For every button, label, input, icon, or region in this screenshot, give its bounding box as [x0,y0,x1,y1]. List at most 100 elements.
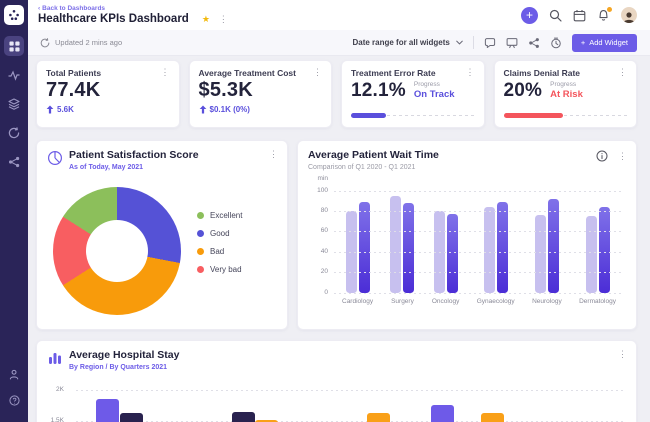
y-axis-tick: 40 [308,249,328,256]
card-menu-button[interactable]: ⋮ [618,350,627,359]
kpi-card-total-patients: Total Patients ⋮ 77.4K 5.6K [36,60,180,128]
sidebar-item-dashboards[interactable] [4,36,24,56]
legend-item-good[interactable]: Good [197,229,242,238]
x-axis-label: Cardiology [342,298,373,305]
legend-dot [197,230,204,237]
gridline [334,211,624,212]
y-axis-tick: 100 [308,188,328,195]
up-arrow-icon [46,105,54,114]
kpi-status: On Track [414,89,455,100]
slideshow-icon[interactable] [506,37,518,49]
hospital-stay-chart [76,379,626,422]
sidebar-bottom [4,364,24,416]
bar-q1-2021[interactable] [359,202,370,293]
sidebar-item-refresh[interactable] [4,123,24,143]
kpi-status: At Risk [550,89,583,100]
bar-q1-2021[interactable] [548,199,559,293]
top-header: ‹ Back to Dashboards Healthcare KPIs Das… [28,0,650,30]
sidebar-item-analytics[interactable] [4,65,24,85]
title-menu-button[interactable]: ⋮ [219,15,228,24]
pulse-icon [8,69,20,81]
bar-q1-2021[interactable] [599,207,610,293]
kpi-title: Treatment Error Rate [351,68,436,78]
progress-fill [504,113,563,118]
kpi-menu-button[interactable]: ⋮ [466,68,475,77]
add-widget-button[interactable]: + Add Widget [572,34,637,52]
card-title: Average Hospital Stay [69,349,180,362]
progress-fill [351,113,386,118]
gridline [76,390,626,391]
bar-purple[interactable] [96,399,119,422]
app-logo[interactable] [4,5,24,25]
legend-item-bad[interactable]: Bad [197,247,242,256]
kpi-title: Total Patients [46,68,101,78]
sidebar-nav [4,36,24,181]
bar-q1-2020[interactable] [535,215,546,293]
help-icon [9,395,20,406]
card-menu-button[interactable]: ⋮ [618,152,627,161]
legend-item-very-bad[interactable]: Very bad [197,265,242,274]
bar-chart-icon [47,350,63,366]
bar-q1-2020[interactable] [586,216,597,293]
sidebar-item-account[interactable] [4,364,24,384]
kpi-delta-value: 5.6K [57,105,74,114]
sidebar-item-connections[interactable] [4,152,24,172]
kpi-menu-button[interactable]: ⋮ [313,68,322,77]
dashboard-canvas: Total Patients ⋮ 77.4K 5.6K Average Trea… [28,56,650,422]
y-axis-tick: 1.5K [44,418,64,422]
bar-orange[interactable] [481,413,504,422]
sidebar-item-help[interactable] [4,390,24,410]
schedule-icon[interactable] [550,37,562,49]
info-icon[interactable] [596,150,609,163]
legend-label: Good [210,229,230,238]
legend-item-excellent[interactable]: Excellent [197,211,242,220]
user-avatar[interactable] [621,7,637,23]
card-subtitle: By Region / By Quarters 2021 [69,364,180,371]
card-menu-button[interactable]: ⋮ [269,150,278,159]
create-dashboard-button[interactable]: + [521,7,538,24]
toolbar-actions: Date range for all widgets + Add Widget [352,34,637,52]
bar-q1-2021[interactable] [403,203,414,293]
bar-q1-2020[interactable] [484,207,495,293]
calendar-icon[interactable] [573,9,586,22]
bar-navy[interactable] [232,412,255,422]
gridline [334,231,624,232]
bar-q1-2021[interactable] [447,214,458,293]
sidebar-item-datasets[interactable] [4,94,24,114]
bar-group-gynaecology: Gynaecology [477,191,515,319]
satisfaction-legend: Excellent Good Bad Very bad [197,211,242,274]
date-range-selector[interactable]: Date range for all widgets [352,38,462,47]
y-axis-tick: 20 [308,269,328,276]
bar-purple[interactable] [431,405,454,422]
comments-icon[interactable] [484,37,496,49]
kpi-card-avg-treatment-cost: Average Treatment Cost ⋮ $5.3K $0.1K (0%… [189,60,333,128]
bar-group-dermatology: Dermatology [579,191,616,319]
back-link-label: Back to Dashboards [42,5,105,12]
progress-bar [504,113,628,118]
share-icon[interactable] [528,37,540,49]
favorite-star-icon[interactable]: ★ [202,14,210,25]
x-axis-label: Gynaecology [477,298,515,305]
y-axis-tick: 80 [308,208,328,215]
charts-row: Patient Satisfaction Score As of Today, … [36,140,637,330]
y-axis-tick: 0 [308,290,328,297]
search-icon[interactable] [549,9,562,22]
kpi-menu-button[interactable]: ⋮ [618,68,627,77]
back-to-dashboards-link[interactable]: ‹ Back to Dashboards [38,5,228,12]
bar-navy[interactable] [120,413,143,422]
kpi-delta: $0.1K (0%) [199,105,323,114]
bar-group-oncology: Oncology [432,191,459,319]
progress-label: Progress [414,81,455,88]
x-axis-label: Dermatology [579,298,616,305]
hospital-stay-card: Average Hospital Stay By Region / By Qua… [36,340,637,422]
bar-orange[interactable] [367,413,390,422]
header-actions: + [521,7,637,24]
gridline [334,252,624,253]
refresh-icon[interactable] [40,38,50,48]
kpi-menu-button[interactable]: ⋮ [161,68,170,77]
bar-q1-2021[interactable] [497,202,508,293]
satisfaction-donut[interactable] [53,187,181,315]
kpi-delta: 5.6K [46,105,170,114]
gridline [334,191,624,192]
notifications-icon[interactable] [597,9,610,22]
